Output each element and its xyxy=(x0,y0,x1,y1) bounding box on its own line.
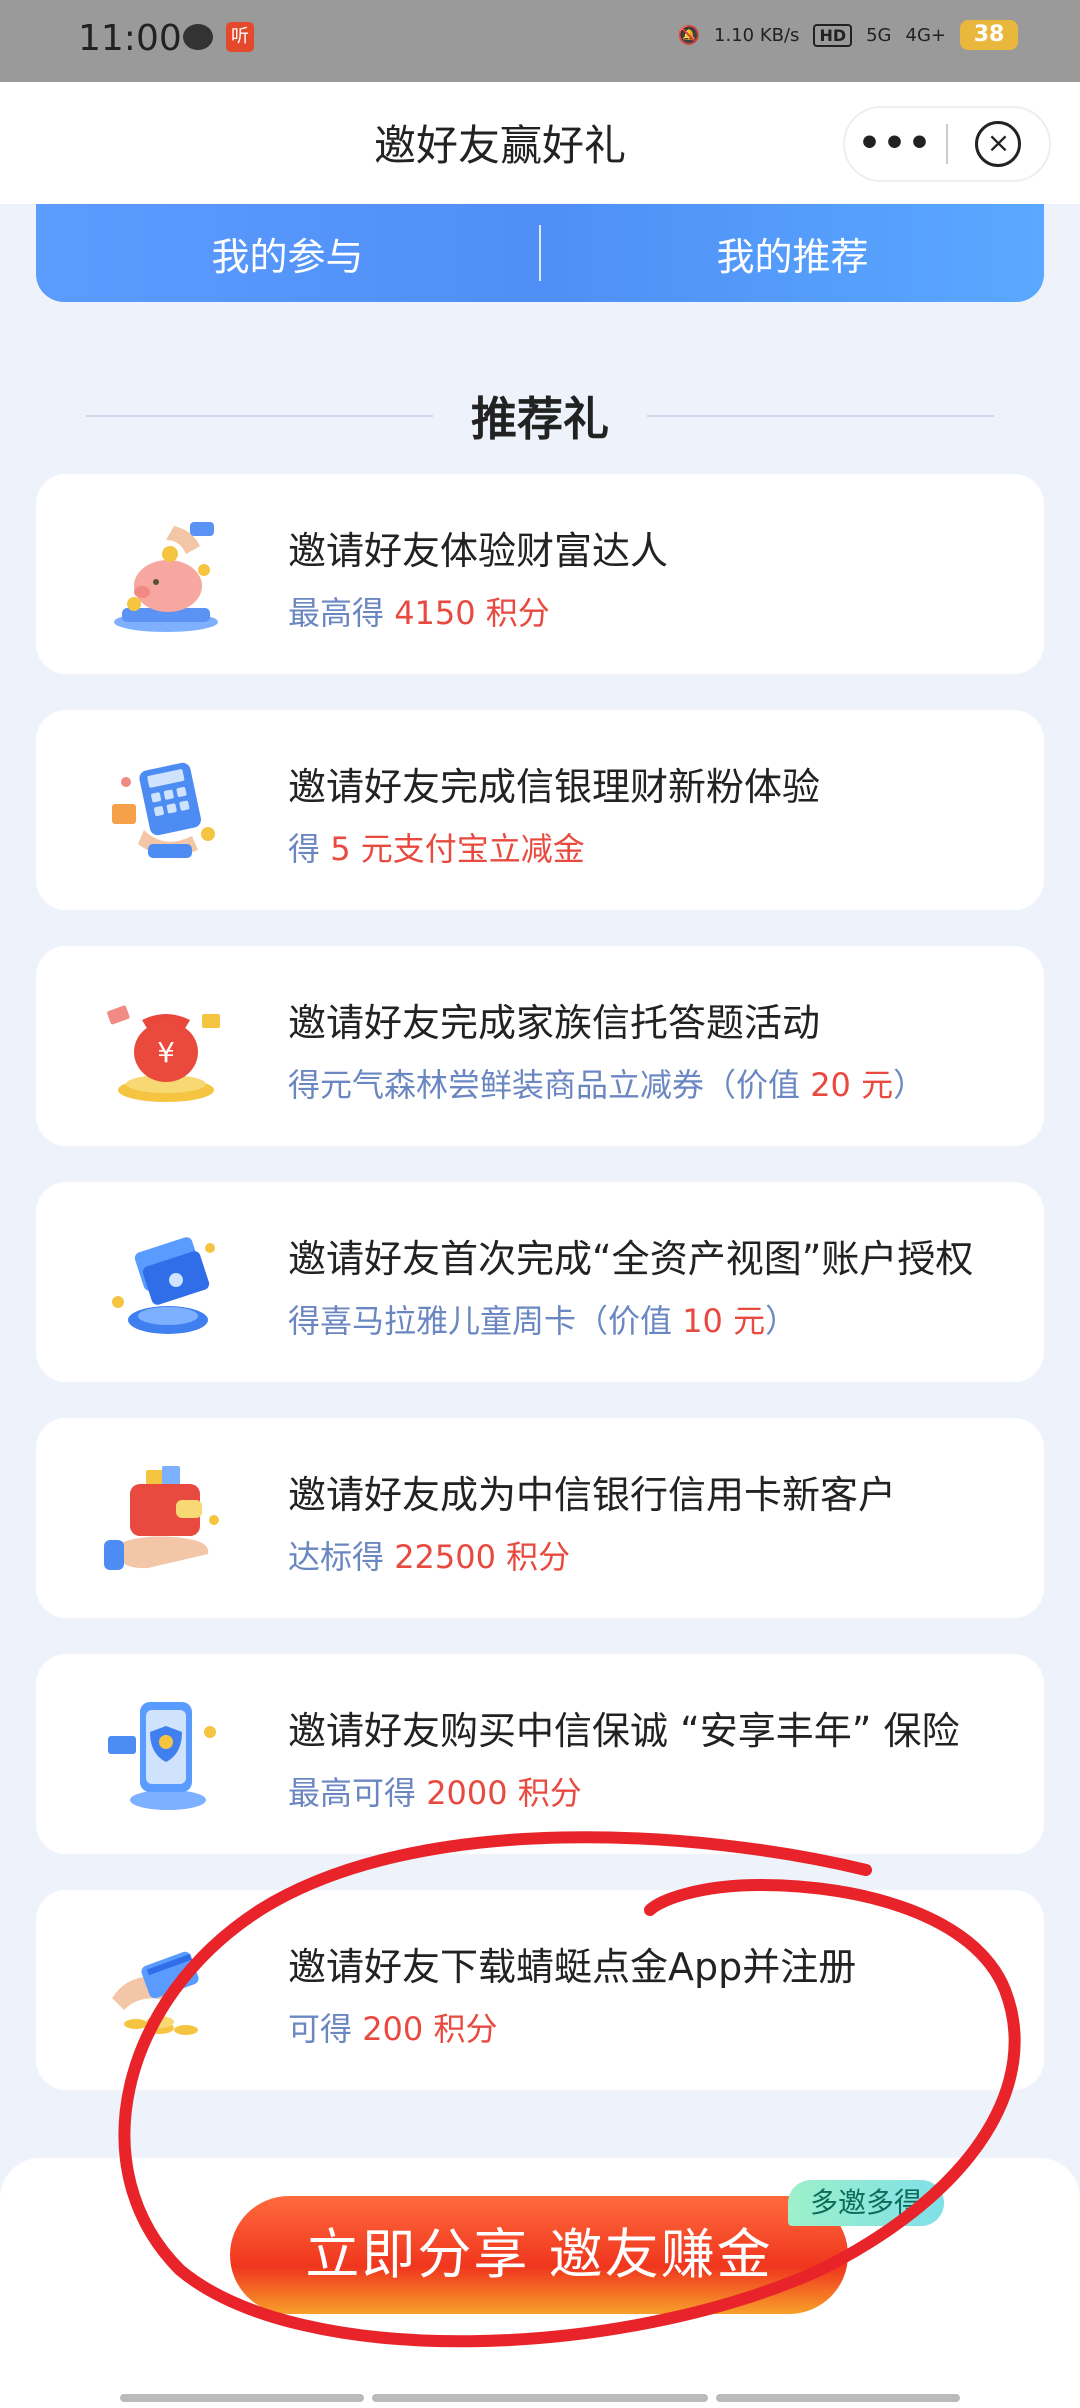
calculator-hand-icon xyxy=(112,762,215,858)
mute-icon: 🔕 xyxy=(677,24,701,46)
card-reward-amount: 5 元支付宝立减金 xyxy=(330,830,585,868)
tab-my-recommendations[interactable]: 我的推荐 xyxy=(541,226,1044,281)
card-title: 邀请好友完成信银理财新粉体验 xyxy=(288,765,821,809)
card-reward-amount: 2000 积分 xyxy=(426,1774,582,1812)
close-icon: × xyxy=(975,121,1022,167)
card-coins-icon xyxy=(112,1951,199,2035)
card-subtitle: 最高可得 2000 积分 xyxy=(288,1768,582,1814)
card-title: 邀请好友首次完成“全资产视图”账户授权 xyxy=(288,1237,974,1281)
signal-5g: 5G xyxy=(866,24,892,46)
card-subtitle-text: 得 xyxy=(288,830,331,868)
card-title: 邀请好友下载蜻蜓点金App并注册 xyxy=(288,1945,857,1989)
card-subtitle: 得 5 元支付宝立减金 xyxy=(288,824,585,870)
card-reward-amount: 10 元 xyxy=(682,1302,766,1340)
card-subtitle: 最高得 4150 积分 xyxy=(288,588,550,634)
money-bag-icon: ¥ xyxy=(107,1005,220,1102)
wallet-icon xyxy=(104,1466,219,1570)
reward-card-family-trust[interactable]: ¥ 邀请好友完成家族信托答题活动 得元气森林尝鲜装商品立减券（价值 20 元） xyxy=(36,946,1044,1146)
card-subtitle: 得元气森林尝鲜装商品立减券（价值 20 元） xyxy=(288,1060,925,1106)
card-subtitle-text: 达标得 xyxy=(288,1538,395,1576)
app-notification-icon: 听 xyxy=(226,22,254,52)
card-title: 邀请好友体验财富达人 xyxy=(288,529,669,573)
divider-left xyxy=(86,415,433,417)
card-subtitle: 可得 200 积分 xyxy=(288,2004,497,2050)
net-speed: 1.10 KB/s xyxy=(714,24,800,46)
tab-bar: 我的参与 我的推荐 xyxy=(36,204,1044,302)
chat-icon xyxy=(183,24,213,50)
hd-icon: HD xyxy=(813,23,853,47)
battery-icon: 38 xyxy=(960,20,1018,50)
more-button[interactable]: ••• xyxy=(845,106,946,182)
card-subtitle-text: 最高得 xyxy=(288,594,395,632)
card-subtitle-text: 得喜马拉雅儿童周卡（价值 xyxy=(288,1302,683,1340)
reward-card-credit-card[interactable]: 邀请好友成为中信银行信用卡新客户 达标得 22500 积分 xyxy=(36,1418,1044,1618)
card-subtitle: 得喜马拉雅儿童周卡（价值 10 元） xyxy=(288,1296,797,1342)
card-reward-amount: 200 积分 xyxy=(362,2010,498,2048)
phone-shield-icon xyxy=(108,1702,216,1810)
card-subtitle-suffix: ） xyxy=(765,1302,798,1340)
section-header: 推荐礼 xyxy=(86,384,994,448)
card-title: 邀请好友完成家族信托答题活动 xyxy=(288,1001,821,1045)
status-bar: 11:00 听 🔕 1.10 KB/s HD 5G 4G+ 38 xyxy=(0,0,1080,82)
invite-more-badge: 多邀多得 xyxy=(788,2180,945,2226)
divider-right xyxy=(647,415,994,417)
gesture-bar-segment xyxy=(716,2394,960,2402)
gesture-bar-segment xyxy=(120,2394,364,2402)
status-time: 11:00 xyxy=(78,18,182,59)
signal-4g: 4G+ xyxy=(905,24,946,46)
card-reward-amount: 22500 积分 xyxy=(394,1538,571,1576)
card-title: 邀请好友成为中信银行信用卡新客户 xyxy=(288,1473,897,1517)
piggy-bank-icon xyxy=(114,522,218,632)
card-subtitle: 达标得 22500 积分 xyxy=(288,1532,570,1578)
reward-card-insurance[interactable]: 邀请好友购买中信保诚 “安享丰年” 保险 最高可得 2000 积分 xyxy=(36,1654,1044,1854)
cards-icon xyxy=(112,1237,215,1334)
reward-card-asset-view[interactable]: 邀请好友首次完成“全资产视图”账户授权 得喜马拉雅儿童周卡（价值 10 元） xyxy=(36,1182,1044,1382)
reward-card-wealth-management[interactable]: 邀请好友完成信银理财新粉体验 得 5 元支付宝立减金 xyxy=(36,710,1044,910)
card-reward-amount: 20 元 xyxy=(810,1066,894,1104)
tab-my-participation[interactable]: 我的参与 xyxy=(36,226,539,281)
mini-program-capsule: ••• × xyxy=(843,106,1051,182)
share-button[interactable]: 立即分享 邀友赚金 xyxy=(230,2196,848,2314)
card-subtitle-suffix: ） xyxy=(893,1066,926,1104)
card-subtitle-text: 得元气森林尝鲜装商品立减券（价值 xyxy=(288,1066,811,1104)
close-button[interactable]: × xyxy=(948,121,1049,167)
reward-card-app-download[interactable]: 邀请好友下载蜻蜓点金App并注册 可得 200 积分 xyxy=(36,1890,1044,2090)
status-indicators: 🔕 1.10 KB/s HD 5G 4G+ 38 xyxy=(678,20,1018,50)
nav-bar: 邀好友赢好礼 ••• × xyxy=(0,82,1080,204)
card-subtitle-text: 最高可得 xyxy=(288,1774,427,1812)
reward-card-wealth[interactable]: 邀请好友体验财富达人 最高得 4150 积分 xyxy=(36,474,1044,674)
card-subtitle-text: 可得 xyxy=(288,2010,363,2048)
section-title: 推荐礼 xyxy=(471,392,609,446)
svg-text:¥: ¥ xyxy=(157,1036,175,1069)
card-title: 邀请好友购买中信保诚 “安享丰年” 保险 xyxy=(288,1709,960,1753)
gesture-bar-segment xyxy=(372,2394,708,2402)
card-reward-amount: 4150 积分 xyxy=(394,594,550,632)
